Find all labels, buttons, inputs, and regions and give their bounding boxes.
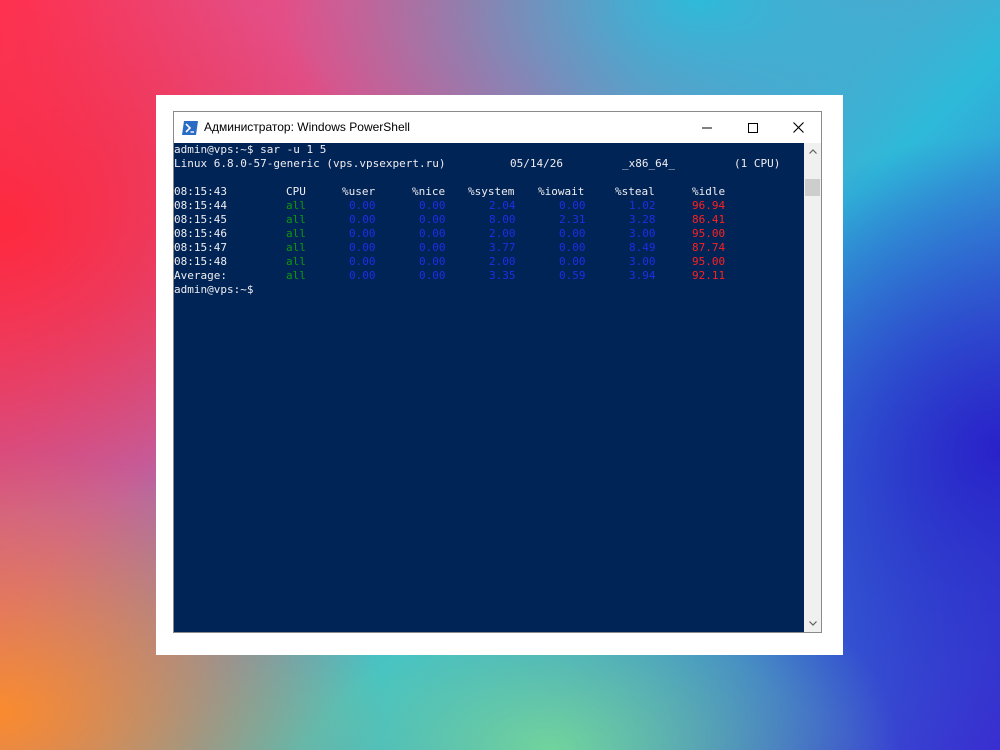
maximize-icon — [748, 122, 758, 133]
row-system: 8.00 — [489, 213, 516, 226]
average-nice: 0.00 — [419, 269, 446, 282]
header-steal: %steal — [615, 185, 655, 198]
vertical-scrollbar[interactable] — [804, 143, 821, 632]
average-steal: 3.94 — [629, 269, 656, 282]
chevron-down-icon — [808, 621, 817, 626]
sysinfo-kernel: Linux 6.8.0-57-generic (vps.vpsexpert.ru… — [174, 157, 446, 170]
powershell-window[interactable]: Администратор: Windows PowerShell admin@… — [173, 111, 822, 633]
close-button[interactable] — [775, 112, 821, 143]
row-nice: 0.00 — [419, 213, 446, 226]
header-time: 08:15:43 — [174, 185, 227, 198]
minimize-button[interactable] — [684, 112, 730, 143]
average-idle: 92.11 — [692, 269, 726, 282]
row-iowait: 0.00 — [559, 255, 586, 268]
average-cpu: all — [286, 269, 306, 282]
row-steal: 1.02 — [629, 199, 656, 212]
row-time: 08:15:47 — [174, 241, 227, 254]
row-steal: 3.00 — [629, 255, 656, 268]
close-icon — [792, 122, 804, 133]
console-output[interactable]: admin@vps:~$ sar -u 1 5 Linux 6.8.0-57-g… — [174, 143, 804, 632]
row-idle: 86.41 — [692, 213, 726, 226]
average-user: 0.00 — [349, 269, 376, 282]
row-user: 0.00 — [349, 227, 376, 240]
table-row: 08:15:48 all 0.00 0.00 2.00 0.00 3.00 95… — [174, 255, 804, 269]
row-idle: 96.94 — [692, 199, 726, 212]
row-idle: 95.00 — [692, 227, 726, 240]
row-user: 0.00 — [349, 241, 376, 254]
header-nice: %nice — [412, 185, 446, 198]
row-iowait: 0.00 — [559, 241, 586, 254]
row-cpu: all — [286, 199, 306, 212]
window-title: Администратор: Windows PowerShell — [204, 120, 410, 134]
row-nice: 0.00 — [419, 241, 446, 254]
row-iowait: 2.31 — [559, 213, 586, 226]
sysinfo-line: Linux 6.8.0-57-generic (vps.vpsexpert.ru… — [174, 157, 804, 171]
row-time: 08:15:45 — [174, 213, 227, 226]
row-cpu: all — [286, 241, 306, 254]
row-iowait: 0.00 — [559, 227, 586, 240]
row-system: 2.00 — [489, 255, 516, 268]
row-nice: 0.00 — [419, 227, 446, 240]
header-iowait: %iowait — [538, 185, 585, 198]
powershell-icon[interactable] — [182, 120, 198, 135]
average-iowait: 0.59 — [559, 269, 586, 282]
row-nice: 0.00 — [419, 199, 446, 212]
row-system: 2.00 — [489, 227, 516, 240]
shell-prompt[interactable]: admin@vps:~$ — [174, 283, 253, 297]
header-system: %system — [468, 185, 515, 198]
row-idle: 95.00 — [692, 255, 726, 268]
sysinfo-cpus: (1 CPU) — [734, 157, 781, 170]
average-row: Average: all 0.00 0.00 3.35 0.59 3.94 92… — [174, 269, 804, 283]
table-row: 08:15:47 all 0.00 0.00 3.77 0.00 8.49 87… — [174, 241, 804, 255]
sysinfo-arch: _x86_64_ — [622, 157, 675, 170]
scroll-thumb[interactable] — [805, 179, 820, 196]
row-user: 0.00 — [349, 199, 376, 212]
table-row: 08:15:46 all 0.00 0.00 2.00 0.00 3.00 95… — [174, 227, 804, 241]
scroll-down-button[interactable] — [804, 615, 821, 632]
minimize-icon — [702, 127, 712, 128]
header-cpu: CPU — [286, 185, 306, 198]
row-user: 0.00 — [349, 255, 376, 268]
table-row: 08:15:45 all 0.00 0.00 8.00 2.31 3.28 86… — [174, 213, 804, 227]
row-system: 3.77 — [489, 241, 516, 254]
title-bar[interactable]: Администратор: Windows PowerShell — [174, 112, 821, 143]
row-cpu: all — [286, 255, 306, 268]
command-line: admin@vps:~$ sar -u 1 5 — [174, 143, 327, 156]
row-system: 2.04 — [489, 199, 516, 212]
header-idle: %idle — [692, 185, 726, 198]
sysinfo-date: 05/14/26 — [510, 157, 563, 170]
row-cpu: all — [286, 227, 306, 240]
row-nice: 0.00 — [419, 255, 446, 268]
row-steal: 3.28 — [629, 213, 656, 226]
row-time: 08:15:44 — [174, 199, 227, 212]
row-idle: 87.74 — [692, 241, 726, 254]
header-user: %user — [342, 185, 376, 198]
chevron-up-icon — [808, 149, 817, 154]
row-iowait: 0.00 — [559, 199, 586, 212]
maximize-button[interactable] — [730, 112, 776, 143]
row-time: 08:15:48 — [174, 255, 227, 268]
row-steal: 3.00 — [629, 227, 656, 240]
row-time: 08:15:46 — [174, 227, 227, 240]
average-system: 3.35 — [489, 269, 516, 282]
scroll-up-button[interactable] — [804, 143, 821, 160]
row-user: 0.00 — [349, 213, 376, 226]
row-steal: 8.49 — [629, 241, 656, 254]
table-row: 08:15:44 all 0.00 0.00 2.04 0.00 1.02 96… — [174, 199, 804, 213]
table-header: 08:15:43 CPU %user %nice %system %iowait… — [174, 185, 804, 199]
average-label: Average: — [174, 269, 227, 282]
row-cpu: all — [286, 213, 306, 226]
